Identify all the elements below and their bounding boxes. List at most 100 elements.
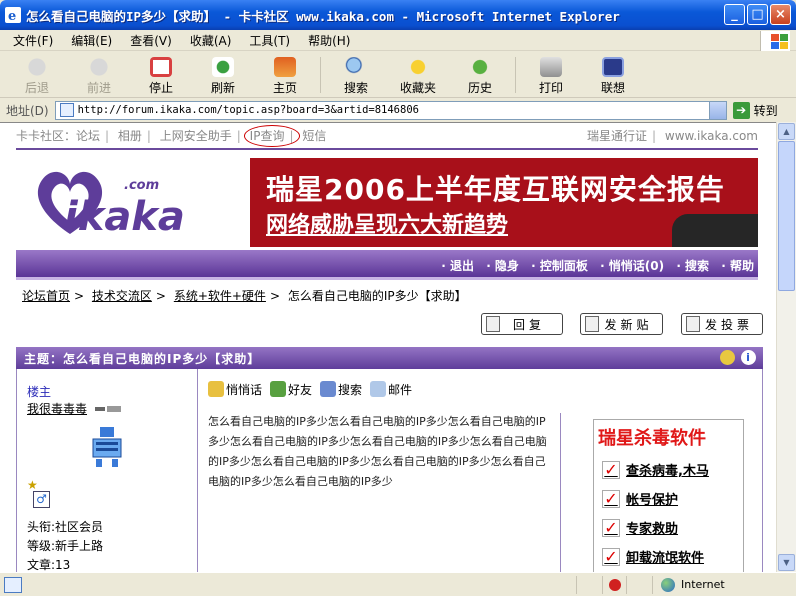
- forum-top-nav: 卡卡社区：论坛 | 相册 | 上网安全助手 | IP查询 | 短信 瑞星通行证 | www…: [16, 129, 758, 143]
- forward-icon: [88, 57, 110, 77]
- messages-link[interactable]: · 悄悄话(0): [600, 259, 664, 273]
- svg-text:e: e: [8, 9, 16, 23]
- invisible-link[interactable]: · 隐身: [486, 259, 519, 273]
- new-vote-button[interactable]: 发投票: [681, 313, 763, 335]
- male-icon: ♂: [33, 491, 50, 508]
- menu-view[interactable]: 查看(V): [121, 32, 181, 49]
- bookmark-icon[interactable]: [720, 350, 735, 365]
- whisper-icon: [208, 381, 224, 397]
- forum-user-bar: · 退出 · 隐身 · 控制面板 · 悄悄话(0) · 搜索 · 帮助: [16, 250, 758, 280]
- ad-item[interactable]: ✓ 卸载流氓软件: [602, 547, 704, 566]
- vote-icon: [686, 316, 700, 332]
- menu-favorites[interactable]: 收藏(A): [181, 32, 241, 49]
- go-arrow-icon: ➔: [732, 101, 750, 119]
- crumb-tech[interactable]: 技术交流区: [92, 289, 152, 303]
- address-dropdown-button[interactable]: [708, 101, 726, 119]
- rank-star-icon: ★: [27, 478, 38, 492]
- ad-decoration: [672, 214, 758, 247]
- nav-ip-query[interactable]: IP查询: [250, 129, 285, 143]
- email-link[interactable]: 邮件: [370, 381, 412, 398]
- nav-forum[interactable]: 卡卡社区：论坛: [16, 129, 100, 143]
- history-icon: [469, 57, 491, 77]
- favorites-button[interactable]: 收藏夹: [387, 52, 449, 96]
- nav-passport[interactable]: 瑞星通行证: [587, 129, 647, 143]
- crumb-system[interactable]: 系统+软件+硬件: [174, 289, 266, 303]
- forum-help-link[interactable]: · 帮助: [721, 259, 754, 273]
- online-plug-icon: [95, 406, 121, 412]
- crumb-forum-home[interactable]: 论坛首页: [22, 289, 70, 303]
- email-icon: [370, 381, 387, 397]
- info-icon[interactable]: i: [741, 350, 756, 365]
- security-zone: Internet: [652, 575, 792, 594]
- whisper-link[interactable]: 悄悄话: [208, 381, 262, 398]
- back-icon: [26, 57, 48, 77]
- ad-item[interactable]: ✓ 查杀病毒,木马: [602, 460, 709, 479]
- crumb-current: 怎么看自己电脑的IP多少【求助】: [287, 289, 467, 303]
- status-bar: Internet: [0, 572, 796, 596]
- zone-label: Internet: [681, 578, 725, 591]
- forum-search-link[interactable]: · 搜索: [676, 259, 709, 273]
- scroll-up-button[interactable]: ▲: [778, 123, 795, 140]
- reply-button[interactable]: 回复: [481, 313, 563, 335]
- back-button[interactable]: 后退: [6, 52, 68, 96]
- antivirus-ad-heading: 瑞星杀毒软件: [598, 428, 706, 449]
- search-icon: [345, 57, 367, 77]
- print-button[interactable]: 打印: [520, 52, 582, 96]
- go-button[interactable]: ➔ 转到: [732, 101, 778, 119]
- nav-security-helper[interactable]: 上网安全助手: [160, 129, 232, 143]
- minimize-button[interactable]: _: [724, 4, 745, 25]
- logout-link[interactable]: · 退出: [441, 259, 474, 273]
- vertical-scrollbar[interactable]: ▲ ▼: [776, 122, 796, 572]
- close-button[interactable]: ×: [770, 4, 791, 25]
- nav-album[interactable]: 相册: [118, 129, 142, 143]
- author-posts: 文章:13: [27, 558, 71, 572]
- scroll-thumb[interactable]: [778, 141, 795, 291]
- topic-title-bar: 主题：怎么看自己电脑的IP多少【求助】 i: [16, 347, 763, 369]
- address-url: http://forum.ikaka.com/topic.asp?board=3…: [77, 104, 419, 116]
- post-body: 怎么看自己电脑的IP多少怎么看自己电脑的IP多少怎么看自己电脑的IP多少怎么看自…: [208, 415, 547, 488]
- nav-sms[interactable]: 短信: [302, 129, 326, 143]
- user-search-link[interactable]: 搜索: [320, 381, 362, 398]
- nav-ikaka-home[interactable]: www.ikaka.com: [665, 129, 758, 143]
- post-tools: 悄悄话 好友 搜索 邮件: [208, 381, 412, 398]
- ikaka-logo[interactable]: .com ikaka: [30, 164, 210, 244]
- author-name[interactable]: 我很毒毒毒: [27, 400, 87, 417]
- scroll-down-button[interactable]: ▼: [778, 554, 795, 571]
- reply-icon: [486, 316, 500, 332]
- lianxiang-icon: [602, 57, 624, 77]
- toolbar-separator: [320, 57, 321, 93]
- ad-item[interactable]: ✓ 帐号保护: [602, 489, 678, 508]
- refresh-button[interactable]: 刷新: [192, 52, 254, 96]
- menu-edit[interactable]: 编辑(E): [62, 32, 121, 49]
- ad-item[interactable]: ✓ 专家救助: [602, 518, 678, 537]
- new-post-button[interactable]: 发新贴: [580, 313, 663, 335]
- friend-link[interactable]: 好友: [270, 381, 312, 398]
- blocked-popup-icon: [602, 575, 626, 594]
- menu-help[interactable]: 帮助(H): [299, 32, 359, 49]
- breadcrumb: 论坛首页 > 技术交流区 > 系统+软件+硬件 > 怎么看自己电脑的IP多少【求助】: [22, 289, 467, 303]
- control-panel-link[interactable]: · 控制面板: [531, 259, 588, 273]
- stop-button[interactable]: 停止: [130, 52, 192, 96]
- security-report-ad[interactable]: 瑞星2006上半年度互联网安全报告 网络威胁呈现六大新趋势: [250, 158, 758, 247]
- address-input[interactable]: http://forum.ikaka.com/topic.asp?board=3…: [54, 100, 727, 120]
- forward-button[interactable]: 前进: [68, 52, 130, 96]
- windows-logo-icon: [760, 31, 790, 51]
- history-button[interactable]: 历史: [449, 52, 511, 96]
- ie-icon: e: [5, 7, 21, 23]
- toolbar: 后退 前进 停止 刷新 主页 搜索 收藏夹 历史 打印 联想: [0, 52, 796, 98]
- maximize-button[interactable]: □: [747, 4, 768, 25]
- address-label: 地址(D): [6, 103, 49, 118]
- logo-text: ikaka: [64, 194, 185, 240]
- divider: [560, 413, 561, 572]
- lianxiang-button[interactable]: 联想: [582, 52, 644, 96]
- friend-icon: [270, 381, 287, 397]
- page-viewport: 卡卡社区：论坛 | 相册 | 上网安全助手 | IP查询 | 短信 瑞星通行证 | www…: [0, 122, 776, 572]
- menu-file[interactable]: 文件(F): [4, 32, 62, 49]
- home-button[interactable]: 主页: [254, 52, 316, 96]
- author-title: 头衔:社区会员: [27, 520, 104, 534]
- search-button[interactable]: 搜索: [325, 52, 387, 96]
- antivirus-ad[interactable]: 瑞星杀毒软件 ✓ 查杀病毒,木马 ✓ 帐号保护 ✓ 专家救助 ✓ 卸载流氓软件: [593, 419, 744, 572]
- menu-tools[interactable]: 工具(T): [240, 32, 299, 49]
- toolbar-separator: [515, 57, 516, 93]
- ad-subline: 网络威胁呈现六大新趋势: [266, 213, 509, 238]
